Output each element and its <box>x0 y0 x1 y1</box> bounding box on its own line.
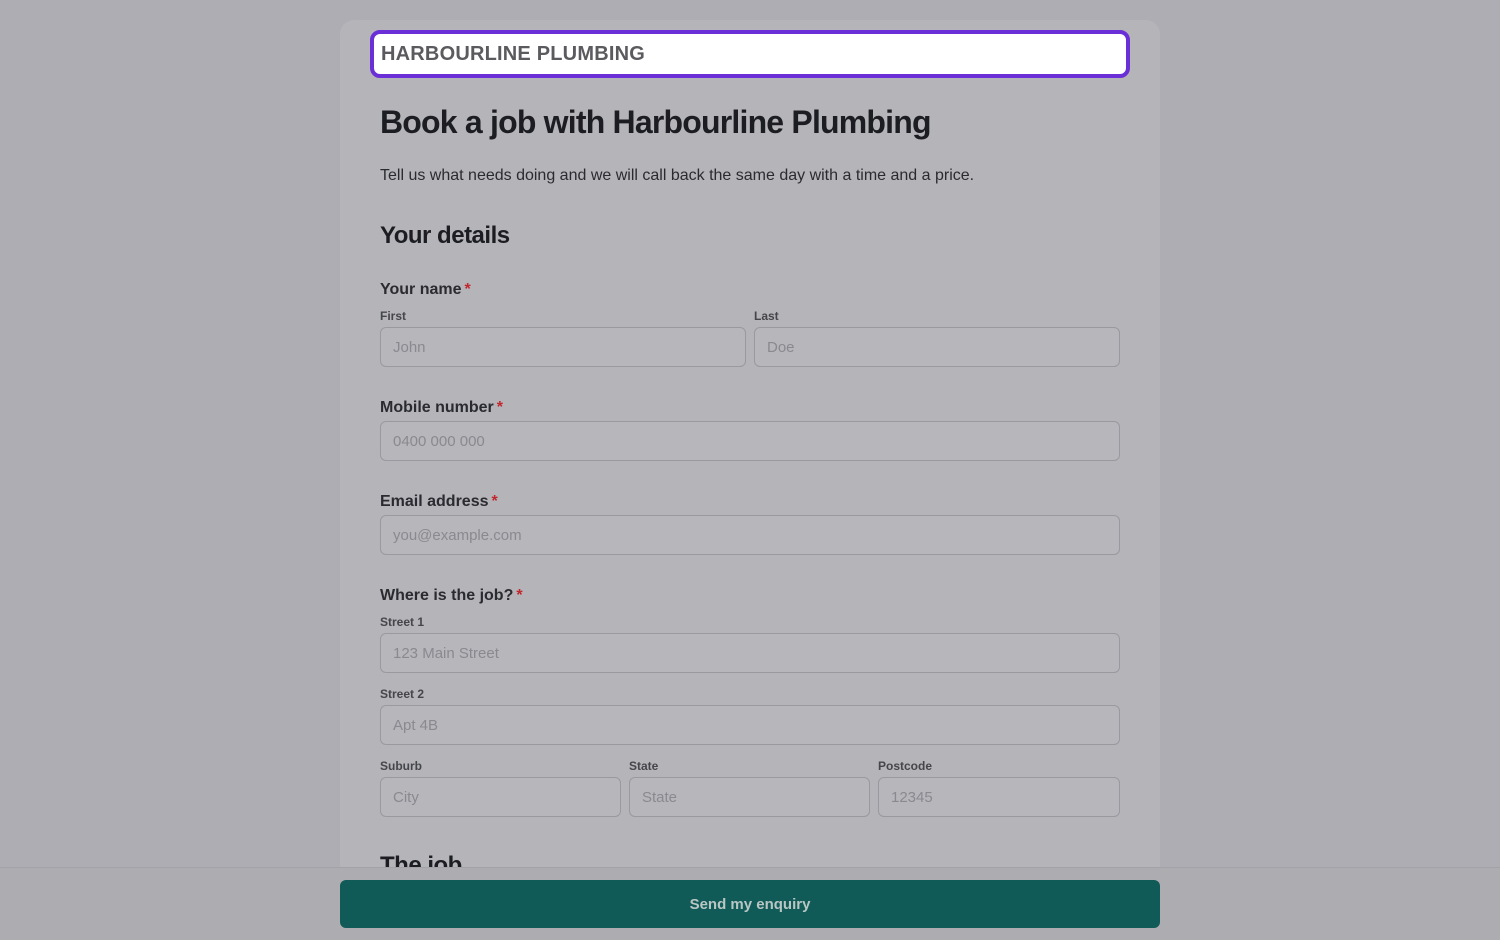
first-name-label: First <box>380 309 407 323</box>
email-label-text: Email address <box>380 493 489 510</box>
brand-header[interactable]: HARBOURLINE PLUMBING <box>370 30 1130 78</box>
state-label: State <box>629 759 659 773</box>
address-label: Where is the job? * <box>380 587 523 605</box>
postcode-input[interactable] <box>878 777 1120 817</box>
brand-name: HARBOURLINE PLUMBING <box>381 42 645 65</box>
postcode-label: Postcode <box>878 759 933 773</box>
street2-label: Street 2 <box>380 687 425 701</box>
required-mark: * <box>496 399 504 416</box>
section-title-details: Your details <box>380 222 510 249</box>
page-intro: Tell us what needs doing and we will cal… <box>380 167 975 184</box>
first-name-input[interactable] <box>380 327 746 367</box>
email-input[interactable] <box>380 515 1120 555</box>
last-name-input[interactable] <box>754 327 1120 367</box>
suburb-input[interactable] <box>380 777 621 817</box>
mobile-label: Mobile number * <box>380 399 503 417</box>
required-mark: * <box>464 281 471 298</box>
page-title: Book a job with Harbourline Plumbing <box>380 104 932 140</box>
name-label: Your name * <box>380 281 471 299</box>
mobile-label-text: Mobile number <box>380 399 494 416</box>
street1-label: Street 1 <box>380 615 425 629</box>
state-input[interactable] <box>629 777 870 817</box>
email-label: Email address * <box>380 493 498 511</box>
send-enquiry-button[interactable]: Send my enquiry <box>340 880 1160 928</box>
mobile-input[interactable] <box>380 421 1120 461</box>
last-name-label: Last <box>754 309 779 323</box>
suburb-label: Suburb <box>380 759 422 773</box>
name-label-text: Your name <box>380 281 462 298</box>
form-page: HARBOURLINE PLUMBING Book a job with Har… <box>340 20 1160 940</box>
street1-input[interactable] <box>380 633 1120 673</box>
required-mark: * <box>491 493 498 510</box>
street2-input[interactable] <box>380 705 1120 745</box>
address-label-text: Where is the job? <box>380 587 514 604</box>
required-mark: * <box>516 587 523 604</box>
sticky-footer: Send my enquiry <box>0 867 1500 940</box>
